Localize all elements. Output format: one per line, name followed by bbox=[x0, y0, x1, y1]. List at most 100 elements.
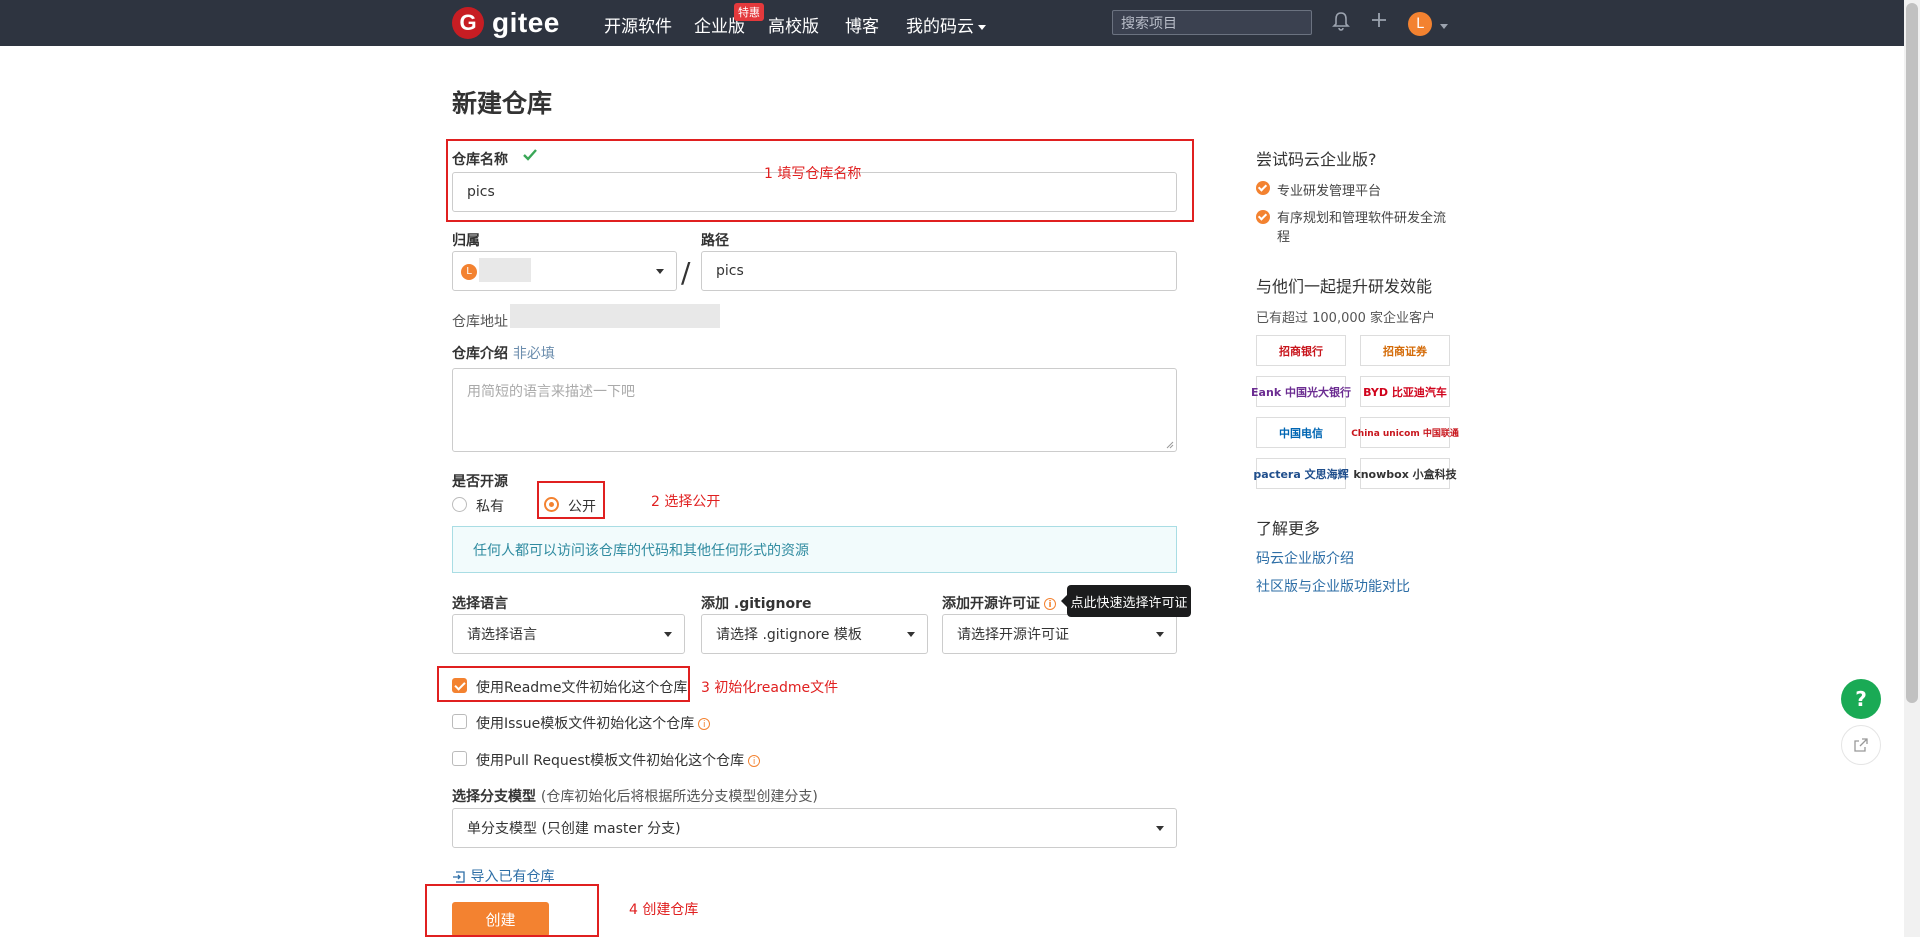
annotation-step4: 4 创建仓库 bbox=[629, 902, 699, 918]
license-label-text: 添加开源许可证 bbox=[942, 596, 1040, 612]
nav-my-gitee-label: 我的码云 bbox=[906, 17, 974, 37]
pr-template-label: 使用Pull Request模板文件初始化这个仓库 bbox=[476, 753, 745, 769]
branch-select[interactable]: 单分支模型 (只创建 master 分支) bbox=[452, 808, 1177, 848]
sidebar-learn-title: 了解更多 bbox=[1256, 519, 1321, 538]
owner-avatar: L bbox=[461, 264, 477, 280]
gitee-logo-mark: G bbox=[452, 7, 484, 39]
path-value: pics bbox=[716, 263, 744, 279]
annotation-box-2 bbox=[537, 481, 605, 519]
share-button[interactable] bbox=[1841, 725, 1881, 765]
pr-template-row: 使用Pull Request模板文件初始化这个仓库 i bbox=[476, 750, 761, 770]
plus-icon[interactable] bbox=[1368, 11, 1390, 33]
intro-optional-hint: 非必填 bbox=[512, 346, 555, 362]
repo-url-redacted bbox=[510, 304, 720, 328]
customer-logo-cms: 招商证券 bbox=[1360, 335, 1450, 366]
import-repo-label: 导入已有仓库 bbox=[470, 869, 555, 885]
annotation-step3: 3 初始化readme文件 bbox=[701, 680, 839, 696]
question-icon: ? bbox=[1855, 687, 1867, 711]
nav-blog[interactable]: 博客 bbox=[845, 12, 879, 37]
check-icon bbox=[1256, 181, 1270, 195]
language-label: 选择语言 bbox=[452, 596, 508, 612]
bell-icon[interactable] bbox=[1330, 11, 1352, 33]
path-input[interactable]: pics bbox=[701, 251, 1177, 291]
license-label: 添加开源许可证 i bbox=[942, 593, 1056, 613]
customer-logo-unicom: China unicom 中国联通 bbox=[1351, 417, 1459, 448]
nav-university[interactable]: 高校版 bbox=[768, 12, 819, 37]
nav-my-gitee[interactable]: 我的码云 bbox=[906, 12, 986, 37]
open-source-label: 是否开源 bbox=[452, 474, 508, 490]
sidebar-link-enterprise-intro[interactable]: 码云企业版介绍 bbox=[1256, 548, 1354, 568]
private-radio[interactable] bbox=[452, 497, 467, 512]
customer-logo-byd: BYD 比亚迪汽车 bbox=[1360, 376, 1450, 407]
branch-select-value: 单分支模型 (只创建 master 分支) bbox=[467, 821, 681, 837]
annotation-box-4 bbox=[425, 884, 599, 937]
page-title: 新建仓库 bbox=[452, 89, 553, 118]
customer-logo-telecom: 中国电信 bbox=[1256, 417, 1346, 448]
check-icon bbox=[1256, 210, 1270, 224]
import-repo-link[interactable]: 导入已有仓库 bbox=[452, 866, 554, 886]
private-label: 私有 bbox=[476, 499, 504, 515]
public-notice: 任何人都可以访问该仓库的代码和其他任何形式的资源 bbox=[452, 526, 1177, 573]
sidebar-customers-text: 已有超过 100,000 家企业客户 bbox=[1256, 311, 1436, 326]
customer-logo-pactera: pactera 文思海辉 bbox=[1253, 458, 1349, 489]
gitee-logo[interactable]: G gitee bbox=[452, 6, 560, 40]
intro-label: 仓库介绍 非必填 bbox=[452, 343, 555, 363]
license-tooltip: 点此快速选择许可证 bbox=[1061, 585, 1191, 617]
gitignore-label: 添加 .gitignore bbox=[701, 596, 812, 612]
gitee-logo-text: gitee bbox=[492, 7, 560, 38]
issue-template-label: 使用Issue模板文件初始化这个仓库 bbox=[476, 716, 695, 732]
owner-select[interactable]: L bbox=[452, 251, 677, 291]
path-separator: / bbox=[681, 256, 691, 289]
language-select-value: 请选择语言 bbox=[467, 627, 537, 643]
intro-textarea[interactable]: 用简短的语言来描述一下吧 bbox=[452, 368, 1177, 452]
branch-label: 选择分支模型 (仓库初始化后将根据所选分支模型创建分支) bbox=[452, 786, 818, 806]
sidebar-try-title: 尝试码云企业版? bbox=[1256, 150, 1377, 169]
resize-handle-icon[interactable] bbox=[1166, 441, 1174, 449]
annotation-box-3 bbox=[437, 666, 690, 702]
license-select-value: 请选择开源许可证 bbox=[957, 627, 1069, 643]
customer-logo-cmb: 招商银行 bbox=[1256, 335, 1346, 366]
chevron-down-icon bbox=[1156, 632, 1164, 637]
public-notice-text: 任何人都可以访问该仓库的代码和其他任何形式的资源 bbox=[473, 542, 809, 559]
pr-template-checkbox[interactable] bbox=[452, 751, 467, 766]
gitignore-select[interactable]: 请选择 .gitignore 模板 bbox=[701, 614, 928, 654]
chevron-down-icon bbox=[656, 269, 664, 274]
annotation-step1: 1 填写仓库名称 bbox=[764, 166, 862, 182]
issue-template-row: 使用Issue模板文件初始化这个仓库 i bbox=[476, 713, 711, 733]
issue-template-checkbox[interactable] bbox=[452, 714, 467, 729]
owner-name-redacted bbox=[479, 258, 531, 282]
search-input[interactable] bbox=[1112, 10, 1312, 35]
owner-label: 归属 bbox=[452, 233, 480, 249]
chevron-down-icon bbox=[978, 24, 986, 30]
nav-open-source[interactable]: 开源软件 bbox=[604, 12, 672, 37]
branch-label-text: 选择分支模型 bbox=[452, 789, 536, 805]
path-label: 路径 bbox=[701, 233, 729, 249]
avatar-dropdown-icon[interactable] bbox=[1436, 18, 1448, 34]
intro-label-text: 仓库介绍 bbox=[452, 346, 508, 362]
branch-hint: (仓库初始化后将根据所选分支模型创建分支) bbox=[540, 789, 818, 805]
info-icon[interactable]: i bbox=[748, 755, 761, 767]
customer-logo-ceb: Eank 中国光大银行 bbox=[1251, 376, 1351, 407]
share-icon bbox=[1854, 738, 1868, 752]
help-button[interactable]: ? bbox=[1841, 679, 1881, 719]
annotation-step2: 2 选择公开 bbox=[651, 494, 721, 510]
language-select[interactable]: 请选择语言 bbox=[452, 614, 685, 654]
chevron-down-icon bbox=[907, 632, 915, 637]
intro-placeholder: 用简短的语言来描述一下吧 bbox=[467, 384, 635, 400]
user-avatar[interactable]: L bbox=[1408, 12, 1432, 36]
sidebar-link-compare[interactable]: 社区版与企业版功能对比 bbox=[1256, 576, 1410, 596]
discount-badge: 特惠 bbox=[734, 3, 764, 21]
license-select[interactable]: 请选择开源许可证 bbox=[942, 614, 1177, 654]
sidebar-join-title: 与他们一起提升研发效能 bbox=[1256, 277, 1433, 296]
repo-url-label: 仓库地址 bbox=[452, 314, 508, 330]
customer-logo-knowbox: knowbox 小盒科技 bbox=[1353, 458, 1457, 489]
sidebar-feature-2: 有序规划和管理软件研发全流程 bbox=[1277, 211, 1447, 245]
info-icon[interactable]: i bbox=[698, 718, 711, 730]
gitignore-select-value: 请选择 .gitignore 模板 bbox=[716, 627, 862, 643]
info-icon[interactable]: i bbox=[1044, 598, 1056, 610]
import-icon bbox=[453, 871, 465, 883]
chevron-down-icon bbox=[1156, 826, 1164, 831]
page-scrollbar-thumb[interactable] bbox=[1906, 3, 1918, 703]
chevron-down-icon bbox=[664, 632, 672, 637]
sidebar-feature-1: 专业研发管理平台 bbox=[1277, 184, 1382, 199]
